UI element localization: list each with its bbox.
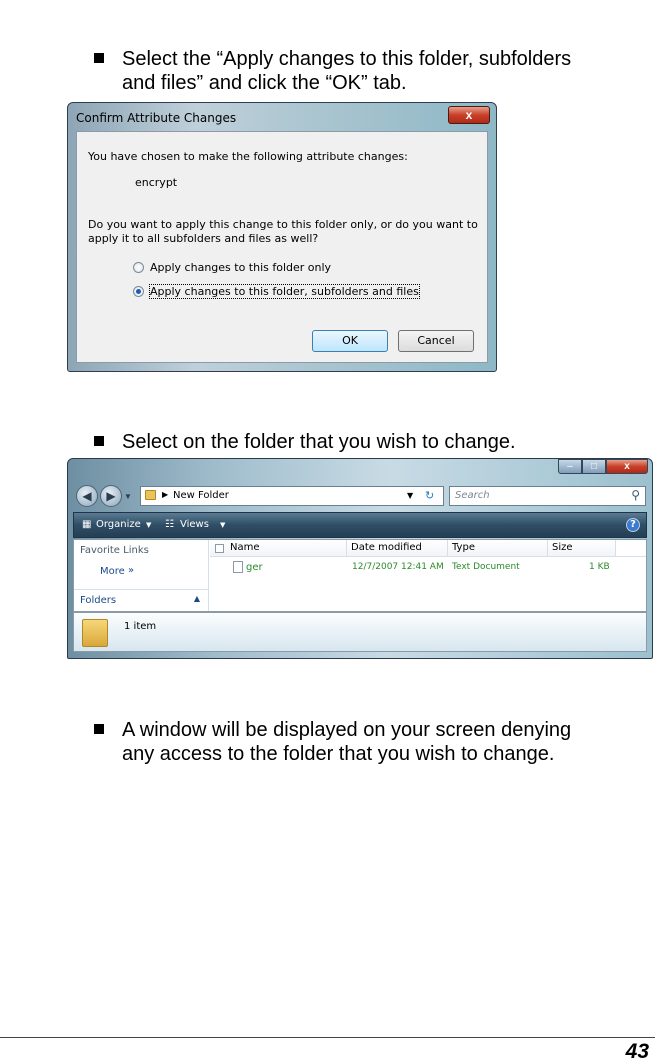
radio-folder-only[interactable] <box>133 262 144 273</box>
recent-pages-dropdown-icon[interactable]: ▼ <box>124 492 132 501</box>
step-2-text: Select on the folder that you wish to ch… <box>122 431 516 453</box>
favorite-links-heading: Favorite Links <box>80 545 149 556</box>
file-date: 12/7/2007 12:41 AM <box>352 562 444 572</box>
refresh-icon[interactable]: ↻ <box>425 489 434 502</box>
address-dropdown-icon[interactable]: ▼ <box>407 491 413 500</box>
radio-folder-subfolders[interactable] <box>133 286 144 297</box>
maximize-icon[interactable]: □ <box>582 459 606 474</box>
minimize-icon[interactable]: – <box>558 459 582 474</box>
views-button[interactable]: Views <box>180 519 209 530</box>
folder-icon <box>145 490 156 500</box>
navigation-pane: Favorite Links More » Folders ▲ <box>74 540 209 611</box>
ok-button[interactable]: OK <box>312 330 388 352</box>
organize-icon: ▦ <box>82 519 92 530</box>
file-size: 1 KB <box>589 562 610 572</box>
confirm-attribute-dialog: Confirm Attribute Changes x You have cho… <box>67 102 497 372</box>
step-1-text: Select the “Apply changes to this folder… <box>122 48 572 94</box>
help-icon[interactable]: ? <box>626 518 640 532</box>
dialog-question-2: apply it to all subfolders and files as … <box>88 232 319 245</box>
file-type: Text Document <box>452 562 520 572</box>
organize-button[interactable]: Organize <box>96 519 141 530</box>
search-placeholder: Search <box>455 490 490 501</box>
chevron-down-icon[interactable]: ▼ <box>146 521 151 529</box>
search-icon[interactable]: ⚲ <box>631 488 640 502</box>
back-icon[interactable]: ◀ <box>76 485 98 507</box>
item-count: 1 item <box>124 621 157 632</box>
more-link[interactable]: More <box>100 566 125 577</box>
dialog-content: You have chosen to make the following at… <box>76 131 488 363</box>
dialog-question-1: Do you want to apply this change to this… <box>88 218 478 231</box>
folders-bar[interactable]: Folders ▲ <box>74 589 208 609</box>
address-bar[interactable]: ▶ New Folder ▼ ↻ <box>140 486 444 506</box>
select-all-checkbox[interactable] <box>215 544 224 553</box>
option-folder-subfolders-label[interactable]: Apply changes to this folder, subfolders… <box>149 284 420 299</box>
file-name[interactable]: ger <box>246 562 263 573</box>
option-folder-only-label[interactable]: Apply changes to this folder only <box>150 261 331 274</box>
search-input[interactable]: Search ⚲ <box>449 486 646 506</box>
command-bar: ▦ Organize ▼ ☷ Views ▼ ? <box>73 512 647 538</box>
column-header-type[interactable]: Type <box>448 540 548 557</box>
column-header-filler <box>616 540 646 557</box>
bullet-square-icon <box>94 436 104 446</box>
dialog-intro: You have chosen to make the following at… <box>88 150 408 163</box>
chevron-down-icon[interactable]: ▼ <box>220 521 225 529</box>
footer-rule <box>0 1037 655 1038</box>
more-chevron-icon[interactable]: » <box>128 565 134 576</box>
chevron-up-icon[interactable]: ▲ <box>194 594 200 603</box>
explorer-window: – □ x ◀ ▶ ▼ ▶ New Folder ▼ ↻ Search ⚲ ▦ … <box>67 458 653 659</box>
forward-icon[interactable]: ▶ <box>100 485 122 507</box>
cancel-button[interactable]: Cancel <box>398 330 474 352</box>
large-folder-icon <box>82 619 108 647</box>
bullet-square-icon <box>94 724 104 734</box>
column-header-date[interactable]: Date modified <box>347 540 448 557</box>
close-icon[interactable]: x <box>448 106 490 124</box>
window-controls: – □ x <box>558 459 648 475</box>
folders-label: Folders <box>80 595 117 606</box>
step-3-text: A window will be displayed on your scree… <box>122 719 572 765</box>
close-icon[interactable]: x <box>606 459 648 474</box>
column-header-size[interactable]: Size <box>548 540 616 557</box>
dialog-titlebar: Confirm Attribute Changes x <box>68 103 496 131</box>
bullet-square-icon <box>94 53 104 63</box>
column-header-name[interactable]: Name <box>210 540 347 557</box>
text-document-icon <box>233 561 243 573</box>
dialog-change: encrypt <box>135 176 178 189</box>
content-pane: Favorite Links More » Folders ▲ Name Dat… <box>73 539 647 612</box>
dialog-title: Confirm Attribute Changes <box>76 111 237 125</box>
breadcrumb-arrow-icon[interactable]: ▶ <box>162 490 168 499</box>
views-icon: ☷ <box>165 519 174 530</box>
address-text: New Folder <box>173 490 229 501</box>
page-number: 43 <box>625 1040 649 1061</box>
details-pane: 1 item <box>73 612 647 652</box>
